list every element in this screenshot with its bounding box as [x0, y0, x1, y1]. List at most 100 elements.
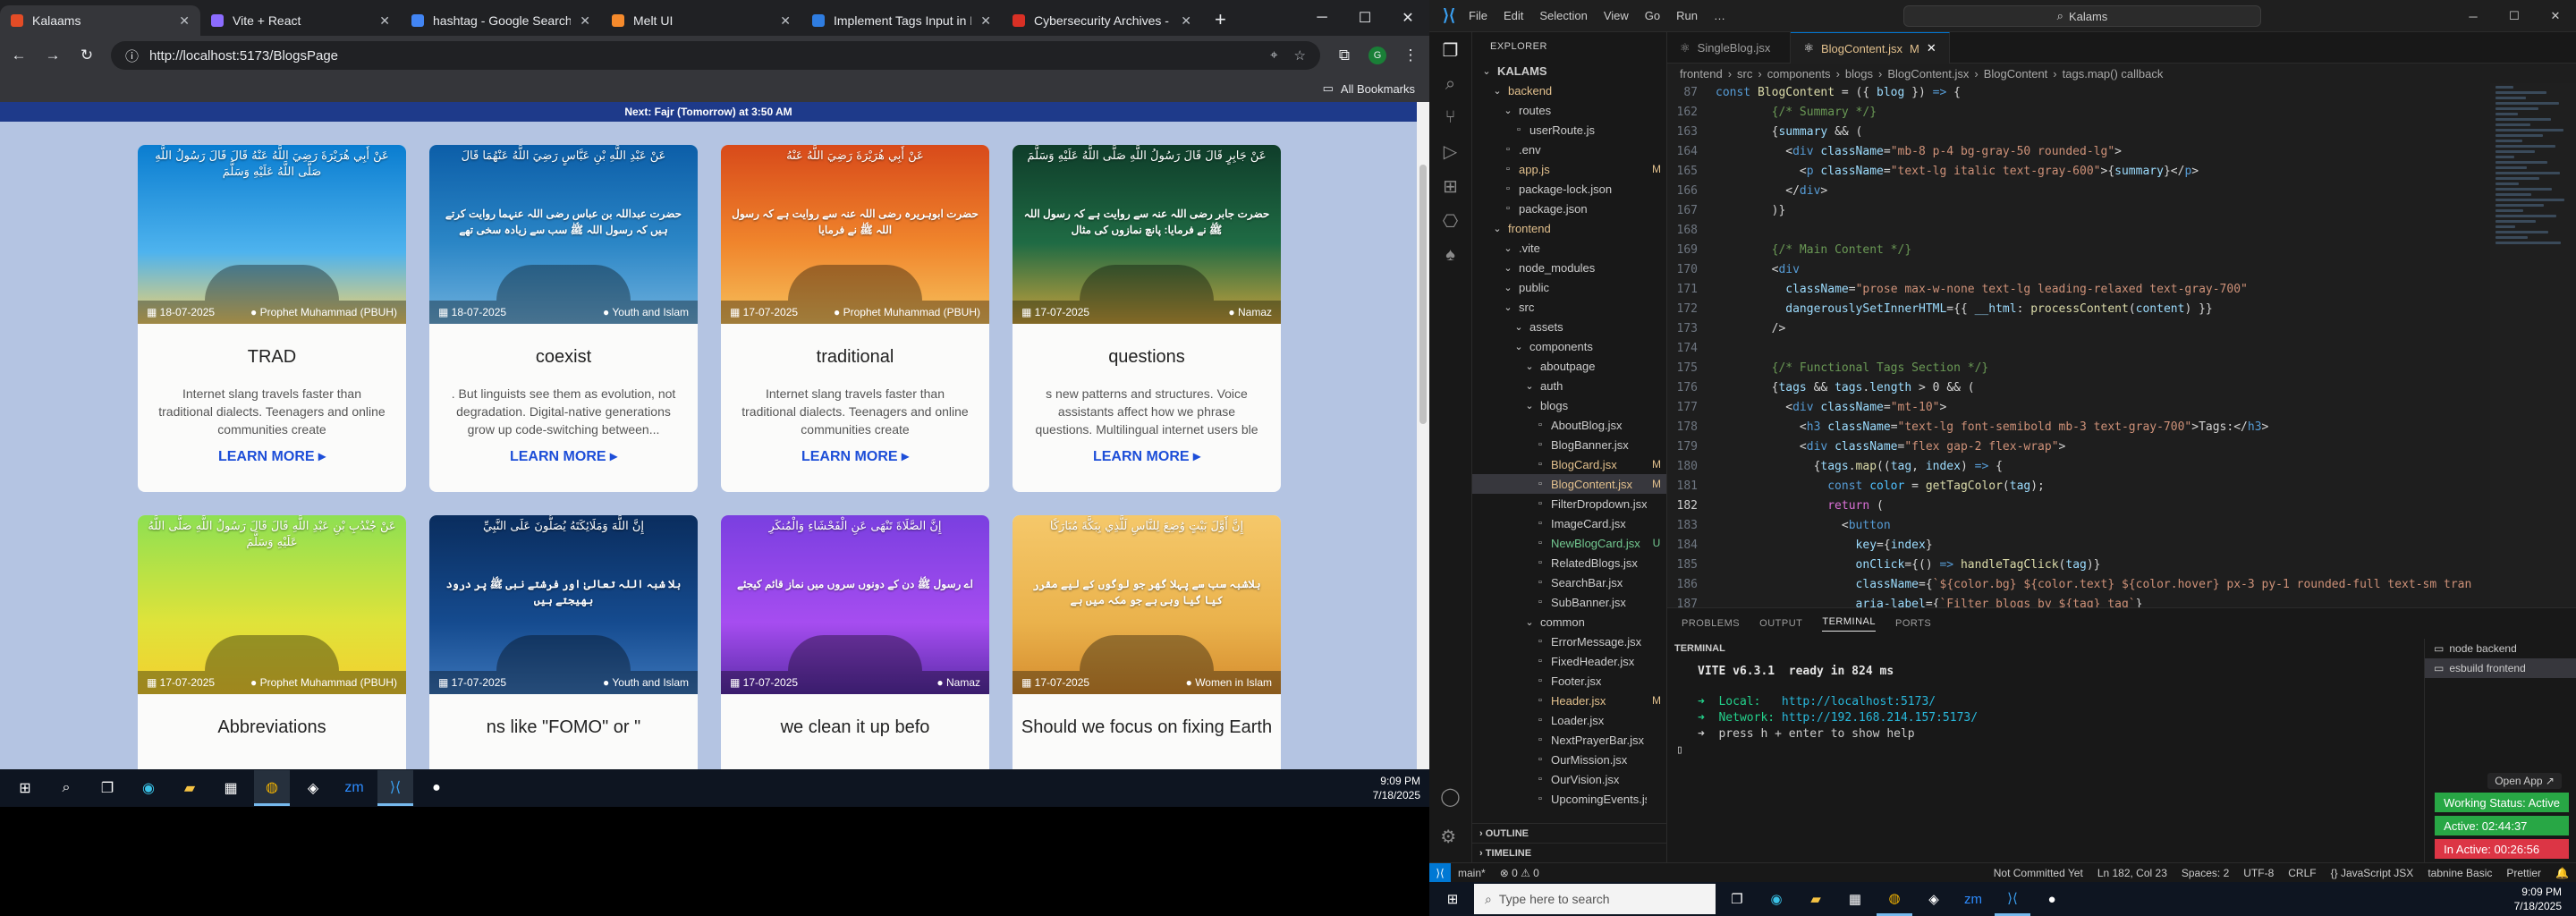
app-icon[interactable]: ◈: [295, 770, 331, 806]
blog-card-image[interactable]: إِنَّ الصَّلَاةَ تَنْهَى عَنِ الْفَحْشَا…: [721, 515, 989, 694]
explorer-icon[interactable]: ❐: [1443, 39, 1459, 62]
panel-tab[interactable]: PROBLEMS: [1682, 618, 1740, 629]
learn-more-link[interactable]: LEARN MORE ▸: [429, 447, 698, 465]
breadcrumb-item[interactable]: components: [1767, 67, 1831, 81]
local-url[interactable]: http://localhost:5173/: [1782, 695, 1936, 708]
status-item[interactable]: {} JavaScript JSX: [2324, 867, 2421, 879]
menu-item[interactable]: Run: [1676, 9, 1698, 22]
tree-file[interactable]: ▫ package.json: [1472, 199, 1666, 218]
tree-file[interactable]: ▫ app.js M: [1472, 159, 1666, 179]
tree-file[interactable]: ▫ Loader.jsx: [1472, 710, 1666, 730]
tree-folder[interactable]: ⌄ node_modules: [1472, 258, 1666, 277]
page-scrollbar[interactable]: [1417, 102, 1429, 769]
network-url[interactable]: http://192.168.214.157:5173/: [1782, 711, 1978, 725]
status-item[interactable]: ⊗ 0 ⚠ 0: [1493, 867, 1546, 879]
command-center-search[interactable]: ⌕ Kalams: [1903, 5, 2261, 27]
tree-file[interactable]: ▫ ImageCard.jsx: [1472, 513, 1666, 533]
location-icon[interactable]: ⌖: [1270, 47, 1277, 64]
terminal-list-item[interactable]: ▭ esbuild frontend: [2425, 658, 2576, 678]
status-item[interactable]: tabnine Basic: [2420, 867, 2499, 879]
tree-file[interactable]: ▫ UpcomingEvents.jsx: [1472, 789, 1666, 809]
taskbar-search-input[interactable]: ⌕ Type here to search: [1474, 884, 1716, 914]
minimize-icon[interactable]: ─: [2453, 0, 2494, 32]
tree-folder[interactable]: ⌄ src: [1472, 297, 1666, 317]
remote-explorer-icon[interactable]: ⎔: [1443, 210, 1458, 233]
blog-card[interactable]: عَنْ عَبْدِ اللَّهِ بْنِ عَبَّاسٍ رَضِيَ…: [429, 145, 698, 492]
tree-file[interactable]: ▫ Header.jsx M: [1472, 691, 1666, 710]
extensions-icon[interactable]: ⊞: [1443, 175, 1458, 198]
tree-file[interactable]: ▫ FixedHeader.jsx: [1472, 651, 1666, 671]
taskbar-clock[interactable]: 9:09 PM 7/18/2025: [2514, 885, 2576, 913]
terminal-list-item[interactable]: ▭ node backend: [2425, 639, 2576, 658]
status-item[interactable]: Spaces: 2: [2174, 867, 2236, 879]
code-editor[interactable]: 87 const BlogContent = ({ blog }) => {162…: [1667, 83, 2576, 607]
tree-folder[interactable]: ⌄ KALAMS: [1472, 61, 1666, 81]
windows-start-icon[interactable]: ⊞: [1435, 882, 1470, 916]
learn-more-link[interactable]: LEARN MORE ▸: [721, 447, 989, 465]
all-bookmarks-link[interactable]: All Bookmarks: [1341, 82, 1415, 96]
zoom-icon[interactable]: zm: [1955, 882, 1991, 916]
menu-item[interactable]: View: [1604, 9, 1629, 22]
tree-folder[interactable]: ⌄ routes: [1472, 100, 1666, 120]
windows-start-icon[interactable]: ⊞: [7, 770, 43, 806]
tree-file[interactable]: ▫ BlogBanner.jsx: [1472, 435, 1666, 454]
panel-tab[interactable]: PORTS: [1895, 618, 1931, 629]
blog-card-image[interactable]: عَنْ جَابِرٍ قَالَ قَالَ رَسُولُ اللَّهِ…: [1013, 145, 1281, 324]
blog-card[interactable]: عَنْ جُنْدُبِ بْنِ عَبْدِ اللَّهِ قَالَ …: [138, 515, 406, 769]
tree-file[interactable]: ▫ NextPrayerBar.jsx: [1472, 730, 1666, 750]
tree-folder[interactable]: ⌄ .vite: [1472, 238, 1666, 258]
close-icon[interactable]: ✕: [1386, 0, 1429, 36]
tree-folder[interactable]: ⌄ public: [1472, 277, 1666, 297]
tree-folder[interactable]: ⌄ frontend: [1472, 218, 1666, 238]
site-info-icon[interactable]: ⓘ: [125, 47, 139, 65]
tree-file[interactable]: ▫ package-lock.json: [1472, 179, 1666, 199]
breadcrumb-item[interactable]: tags.map() callback: [2063, 67, 2164, 81]
open-app-button[interactable]: Open App ↗: [2487, 773, 2562, 789]
tab-close-icon[interactable]: ✕: [780, 13, 791, 29]
tree-folder[interactable]: ⌄ assets: [1472, 317, 1666, 336]
vscode-icon[interactable]: ⟩⟨: [1995, 882, 2030, 916]
browser-tab[interactable]: Vite + React ✕: [200, 5, 401, 36]
status-item[interactable]: UTF-8: [2236, 867, 2281, 879]
tab-close-icon[interactable]: ✕: [379, 13, 390, 29]
editor-tab[interactable]: ⚛ BlogContent.jsx M ✕: [1791, 32, 1950, 64]
tree-folder[interactable]: ⌄ aboutpage: [1472, 356, 1666, 376]
tree-folder[interactable]: ⌄ components: [1472, 336, 1666, 356]
blog-card[interactable]: إِنَّ اللَّهَ وَمَلَائِكَتَهُ يُصَلُّونَ…: [429, 515, 698, 769]
mongodb-icon[interactable]: ♠: [1445, 245, 1455, 266]
bell-icon[interactable]: 🔔: [2548, 867, 2576, 879]
chrome-icon[interactable]: ◍: [254, 770, 290, 806]
panel-tab[interactable]: TERMINAL: [1822, 616, 1876, 632]
menu-item[interactable]: File: [1469, 9, 1487, 22]
tree-file[interactable]: ▫ AboutBlog.jsx: [1472, 415, 1666, 435]
tree-file[interactable]: ▫ SubBanner.jsx: [1472, 592, 1666, 612]
maximize-icon[interactable]: ☐: [1343, 0, 1386, 36]
tab-close-icon[interactable]: ✕: [580, 13, 590, 29]
search-icon[interactable]: ⌕: [48, 770, 84, 806]
status-item[interactable]: main*: [1451, 867, 1493, 879]
menu-item[interactable]: Selection: [1539, 9, 1587, 22]
back-icon[interactable]: ←: [9, 47, 29, 64]
tab-close-icon[interactable]: ✕: [1181, 13, 1191, 29]
close-icon[interactable]: ✕: [1927, 41, 1936, 55]
github-icon[interactable]: ●: [2034, 882, 2070, 916]
status-item[interactable]: Not Committed Yet: [1987, 867, 2090, 879]
task-view-icon[interactable]: ❐: [1719, 882, 1755, 916]
github-icon[interactable]: ●: [419, 770, 454, 806]
edge-icon[interactable]: ◉: [1758, 882, 1794, 916]
browser-tab[interactable]: Kalaams ✕: [0, 5, 200, 36]
blog-card-image[interactable]: إِنَّ أَوَّلَ بَيْتٍ وُضِعَ لِلنَّاسِ لَ…: [1013, 515, 1281, 694]
status-item[interactable]: Ln 182, Col 23: [2090, 867, 2174, 879]
search-icon[interactable]: ⌕: [1445, 74, 1455, 95]
editor-tab[interactable]: ⚛ SingleBlog.jsx: [1667, 32, 1792, 64]
browser-tab[interactable]: Cybersecurity Archives - vCi ✕: [1002, 5, 1202, 36]
run-debug-icon[interactable]: ▷: [1444, 140, 1457, 163]
close-icon[interactable]: ✕: [2535, 0, 2576, 32]
remote-icon[interactable]: ⟩⟨: [1429, 862, 1451, 883]
blog-card-image[interactable]: عَنْ أَبِي هُرَيْرَةَ رَضِيَ اللَّهُ عَن…: [721, 145, 989, 324]
tree-file[interactable]: ▫ OurVision.jsx: [1472, 769, 1666, 789]
minimize-icon[interactable]: ─: [1301, 0, 1343, 36]
blog-card-image[interactable]: عَنْ أَبِي هُرَيْرَةَ رَضِيَ اللَّهُ عَن…: [138, 145, 406, 324]
browser-tab[interactable]: Implement Tags Input in Blo ✕: [801, 5, 1002, 36]
tree-folder[interactable]: ⌄ common: [1472, 612, 1666, 632]
